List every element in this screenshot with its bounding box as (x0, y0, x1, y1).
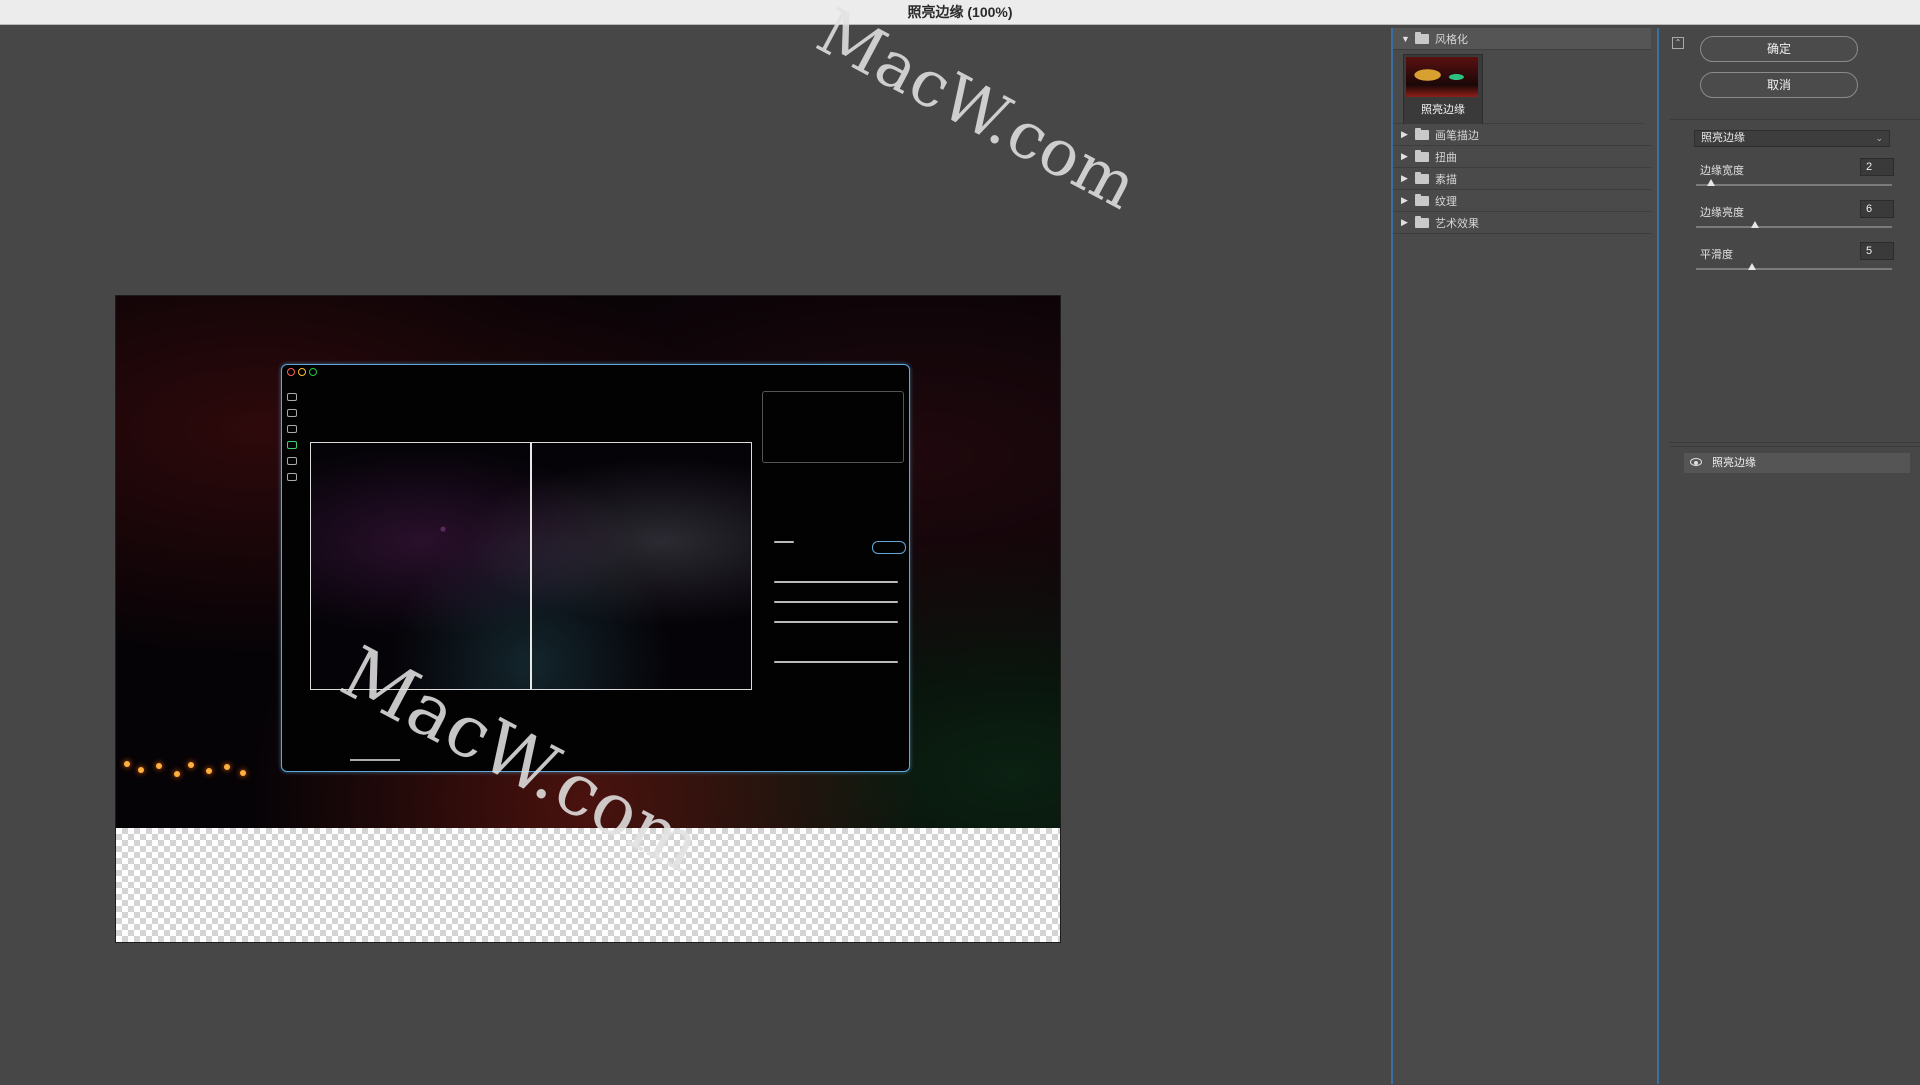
filter-thumb-glowing-edges[interactable]: 照亮边缘 (1403, 54, 1483, 126)
folder-icon (1415, 31, 1429, 44)
param-label: 边缘亮度 (1700, 207, 1744, 219)
cancel-button[interactable]: 取消 (1700, 72, 1858, 98)
param-label: 边缘宽度 (1700, 165, 1744, 177)
category-label: 纹理 (1435, 195, 1457, 208)
expanded-triangle-icon: ▼ (1401, 33, 1410, 44)
window-title: 照亮边缘 (100%) (907, 4, 1013, 20)
category-brush-strokes[interactable]: ▶ 画笔描边 (1393, 124, 1651, 146)
preview-canvas[interactable] (115, 295, 1061, 943)
filter-gallery-panel: ▼ 风格化 照亮边缘 ▶ 画笔描边 ▶ 扭曲 ▶ 素描 ▶ 纹理 ▶ 艺术效果 (1391, 28, 1659, 1084)
filter-options: 照亮边缘 ⌄ 边缘宽度 2 边缘亮度 6 平滑度 5 (1670, 119, 1920, 443)
category-stylize[interactable]: ▼ 风格化 (1393, 28, 1651, 50)
param-value-input[interactable]: 6 (1860, 200, 1894, 218)
folder-icon (1415, 171, 1429, 184)
category-texture[interactable]: ▶ 纹理 (1393, 190, 1651, 212)
filter-select[interactable]: 照亮边缘 ⌄ (1694, 130, 1890, 147)
transparency-area (116, 828, 1060, 942)
effect-layer-label: 照亮边缘 (1712, 457, 1756, 469)
category-sketch[interactable]: ▶ 素描 (1393, 168, 1651, 190)
window-titlebar: 照亮边缘 (100%) (0, 0, 1920, 25)
category-distort[interactable]: ▶ 扭曲 (1393, 146, 1651, 168)
folder-icon (1415, 127, 1429, 140)
slider-track[interactable] (1696, 184, 1892, 186)
filter-thumb-image (1406, 57, 1478, 97)
effect-layer-row[interactable]: 照亮边缘 (1684, 453, 1910, 473)
collapsed-triangle-icon: ▶ (1401, 129, 1408, 139)
param-value-input[interactable]: 5 (1860, 242, 1894, 260)
collapsed-triangle-icon: ▶ (1401, 173, 1408, 183)
folder-icon (1415, 149, 1429, 162)
filter-select-value: 照亮边缘 (1701, 132, 1745, 144)
param-edge-width: 边缘宽度 2 (1694, 158, 1894, 204)
inner-photo-divider (530, 443, 532, 689)
category-label: 画笔描边 (1435, 129, 1479, 142)
category-artistic[interactable]: ▶ 艺术效果 (1393, 212, 1651, 234)
category-label: 素描 (1435, 173, 1457, 186)
eye-icon[interactable] (1690, 458, 1702, 466)
category-label: 扭曲 (1435, 151, 1457, 164)
chevron-down-icon: ⌄ (1875, 133, 1883, 143)
collapsed-triangle-icon: ▶ (1401, 217, 1408, 227)
effect-layers-panel: 照亮边缘 (1670, 446, 1920, 1085)
param-smoothness: 平滑度 5 (1694, 242, 1894, 288)
collapsed-triangle-icon: ▶ (1401, 195, 1408, 205)
category-label: 艺术效果 (1435, 217, 1479, 230)
ok-button[interactable]: 确定 (1700, 36, 1858, 62)
category-label: 风格化 (1435, 33, 1468, 46)
folder-icon (1415, 215, 1429, 228)
slider-track[interactable] (1696, 226, 1892, 228)
inner-side-panel (762, 391, 906, 691)
filter-settings-panel: ⌃ 确定 取消 照亮边缘 ⌄ 边缘宽度 2 边缘亮度 6 平滑度 5 照亮边缘 (1660, 28, 1920, 1085)
preview-area[interactable] (0, 25, 1386, 1084)
param-edge-brightness: 边缘亮度 6 (1694, 200, 1894, 246)
slider-track[interactable] (1696, 268, 1892, 270)
inner-bottom-bar (310, 755, 900, 765)
inner-toolbar (285, 385, 297, 481)
slider-thumb[interactable] (1750, 221, 1759, 228)
collapse-gallery-icon[interactable]: ⌃ (1672, 37, 1684, 49)
inner-photo (310, 442, 752, 690)
param-value-input[interactable]: 2 (1860, 158, 1894, 176)
stylize-thumbnails: 照亮边缘 (1393, 50, 1643, 126)
folder-icon (1415, 193, 1429, 206)
collapsed-triangle-icon: ▶ (1401, 151, 1408, 161)
preview-inner-window (281, 364, 910, 772)
traffic-lights (287, 368, 317, 376)
param-label: 平滑度 (1700, 249, 1733, 261)
slider-thumb[interactable] (1707, 179, 1716, 186)
filter-thumb-label: 照亮边缘 (1421, 104, 1465, 116)
slider-thumb[interactable] (1748, 263, 1756, 270)
